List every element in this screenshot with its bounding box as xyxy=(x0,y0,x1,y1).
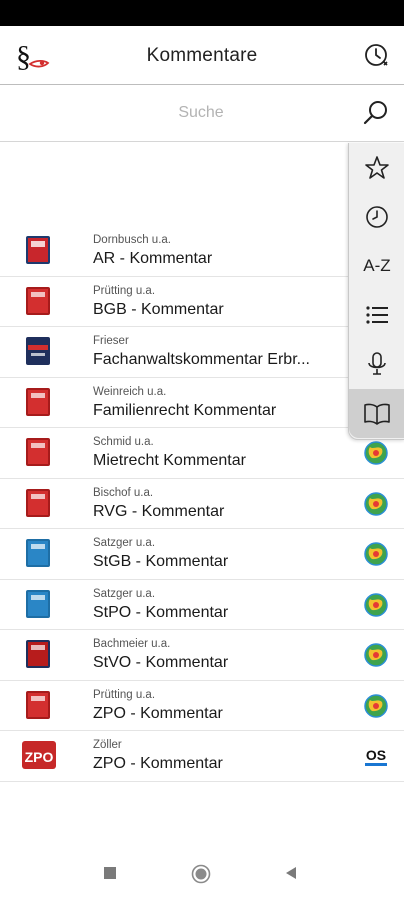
book-cover-icon xyxy=(26,539,50,567)
os-badge-icon[interactable]: OS xyxy=(364,744,388,768)
home-circle-icon[interactable] xyxy=(191,864,211,884)
list-item[interactable]: Bischof u.a. RVG - Kommentar xyxy=(0,479,404,529)
page-title: Kommentare xyxy=(146,45,258,66)
list-item[interactable]: ZPO Zöller ZPO - Kommentar OS xyxy=(0,731,404,782)
list-icon xyxy=(366,305,388,324)
author: Bischof u.a. xyxy=(93,486,154,499)
list-button[interactable] xyxy=(349,290,404,339)
list-item[interactable]: Satzger u.a. StPO - Kommentar xyxy=(0,580,404,630)
book-cover-icon xyxy=(26,640,50,668)
voice-button[interactable] xyxy=(349,339,404,388)
title: Mietrecht Kommentar xyxy=(93,452,246,469)
list-item[interactable]: Bachmeier u.a. StVO - Kommentar xyxy=(0,630,404,681)
app-bar: § Kommentare xyxy=(0,26,404,85)
search-input[interactable] xyxy=(0,85,340,141)
author: Satzger u.a. xyxy=(93,537,156,549)
svg-text:ZPO: ZPO xyxy=(25,749,54,765)
author: Satzger u.a. xyxy=(93,587,156,600)
az-label: A-Z xyxy=(363,255,391,275)
title: ZPO - Kommentar xyxy=(93,755,223,772)
book-cover-icon xyxy=(26,236,50,264)
title: StPO - Kommentar xyxy=(93,603,229,621)
author: Prütting u.a. xyxy=(93,688,156,701)
author: Frieser xyxy=(93,335,129,347)
globe-icon[interactable] xyxy=(364,643,388,667)
favorites-button[interactable] xyxy=(349,143,404,192)
svg-text:OS: OS xyxy=(366,747,386,763)
books-button[interactable] xyxy=(349,389,404,438)
author: Dornbusch u.a. xyxy=(93,234,171,246)
title: RVG - Kommentar xyxy=(93,502,225,520)
commentary-list: Dornbusch u.a. AR - Kommentar Prütting u… xyxy=(0,226,404,782)
list-item[interactable]: Satzger u.a. StGB - Kommentar xyxy=(0,529,404,580)
book-cover-icon xyxy=(26,387,50,416)
list-item[interactable]: Prütting u.a. BGB - Kommentar xyxy=(0,277,404,327)
book-cover-icon xyxy=(26,488,50,517)
open-book-icon xyxy=(364,403,390,425)
author: Prütting u.a. xyxy=(93,284,156,297)
star-icon xyxy=(365,155,389,179)
book-cover-icon xyxy=(26,690,50,719)
title: StVO - Kommentar xyxy=(93,654,229,671)
book-cover-icon xyxy=(26,438,50,466)
title: BGB - Kommentar xyxy=(93,300,224,318)
clock-history-icon[interactable] xyxy=(362,41,390,69)
author: Bachmeier u.a. xyxy=(93,638,171,650)
globe-icon[interactable] xyxy=(364,491,388,516)
author: Schmid u.a. xyxy=(93,436,154,448)
author: Weinreich u.a. xyxy=(93,385,167,398)
globe-icon[interactable] xyxy=(364,441,388,465)
title: StGB - Kommentar xyxy=(93,553,229,570)
globe-icon[interactable] xyxy=(364,542,388,566)
book-cover-icon xyxy=(26,286,50,315)
globe-icon[interactable] xyxy=(364,592,388,617)
list-item[interactable]: Prütting u.a. ZPO - Kommentar xyxy=(0,681,404,731)
list-item[interactable]: Frieser Fachanwaltskommentar Erbr... xyxy=(0,327,404,378)
microphone-icon xyxy=(368,351,386,375)
book-cover-icon xyxy=(26,589,50,618)
status-bar xyxy=(0,0,404,26)
book-cover-icon xyxy=(26,337,50,365)
clock-icon xyxy=(366,205,388,228)
title: ZPO - Kommentar xyxy=(93,704,223,722)
search-bar xyxy=(0,85,404,142)
title: Fachanwaltskommentar Erbr... xyxy=(93,351,310,368)
search-icon[interactable] xyxy=(362,99,390,127)
alphabetical-button[interactable]: A-Z xyxy=(349,241,404,290)
globe-icon[interactable] xyxy=(364,693,388,718)
recents-square-icon[interactable] xyxy=(103,866,117,880)
title: Familienrecht Kommentar xyxy=(93,401,277,419)
book-cover-icon: ZPO xyxy=(22,741,56,769)
list-item[interactable]: Schmid u.a. Mietrecht Kommentar xyxy=(0,428,404,479)
list-item[interactable]: Dornbusch u.a. AR - Kommentar xyxy=(0,226,404,277)
side-menu: A-Z xyxy=(348,143,404,440)
list-item[interactable]: Weinreich u.a. Familienrecht Kommentar xyxy=(0,378,404,428)
history-button[interactable] xyxy=(349,192,404,241)
author: Zöller xyxy=(93,739,122,751)
title: AR - Kommentar xyxy=(93,250,213,267)
back-triangle-icon[interactable] xyxy=(284,866,298,880)
system-nav-bar xyxy=(0,848,404,900)
